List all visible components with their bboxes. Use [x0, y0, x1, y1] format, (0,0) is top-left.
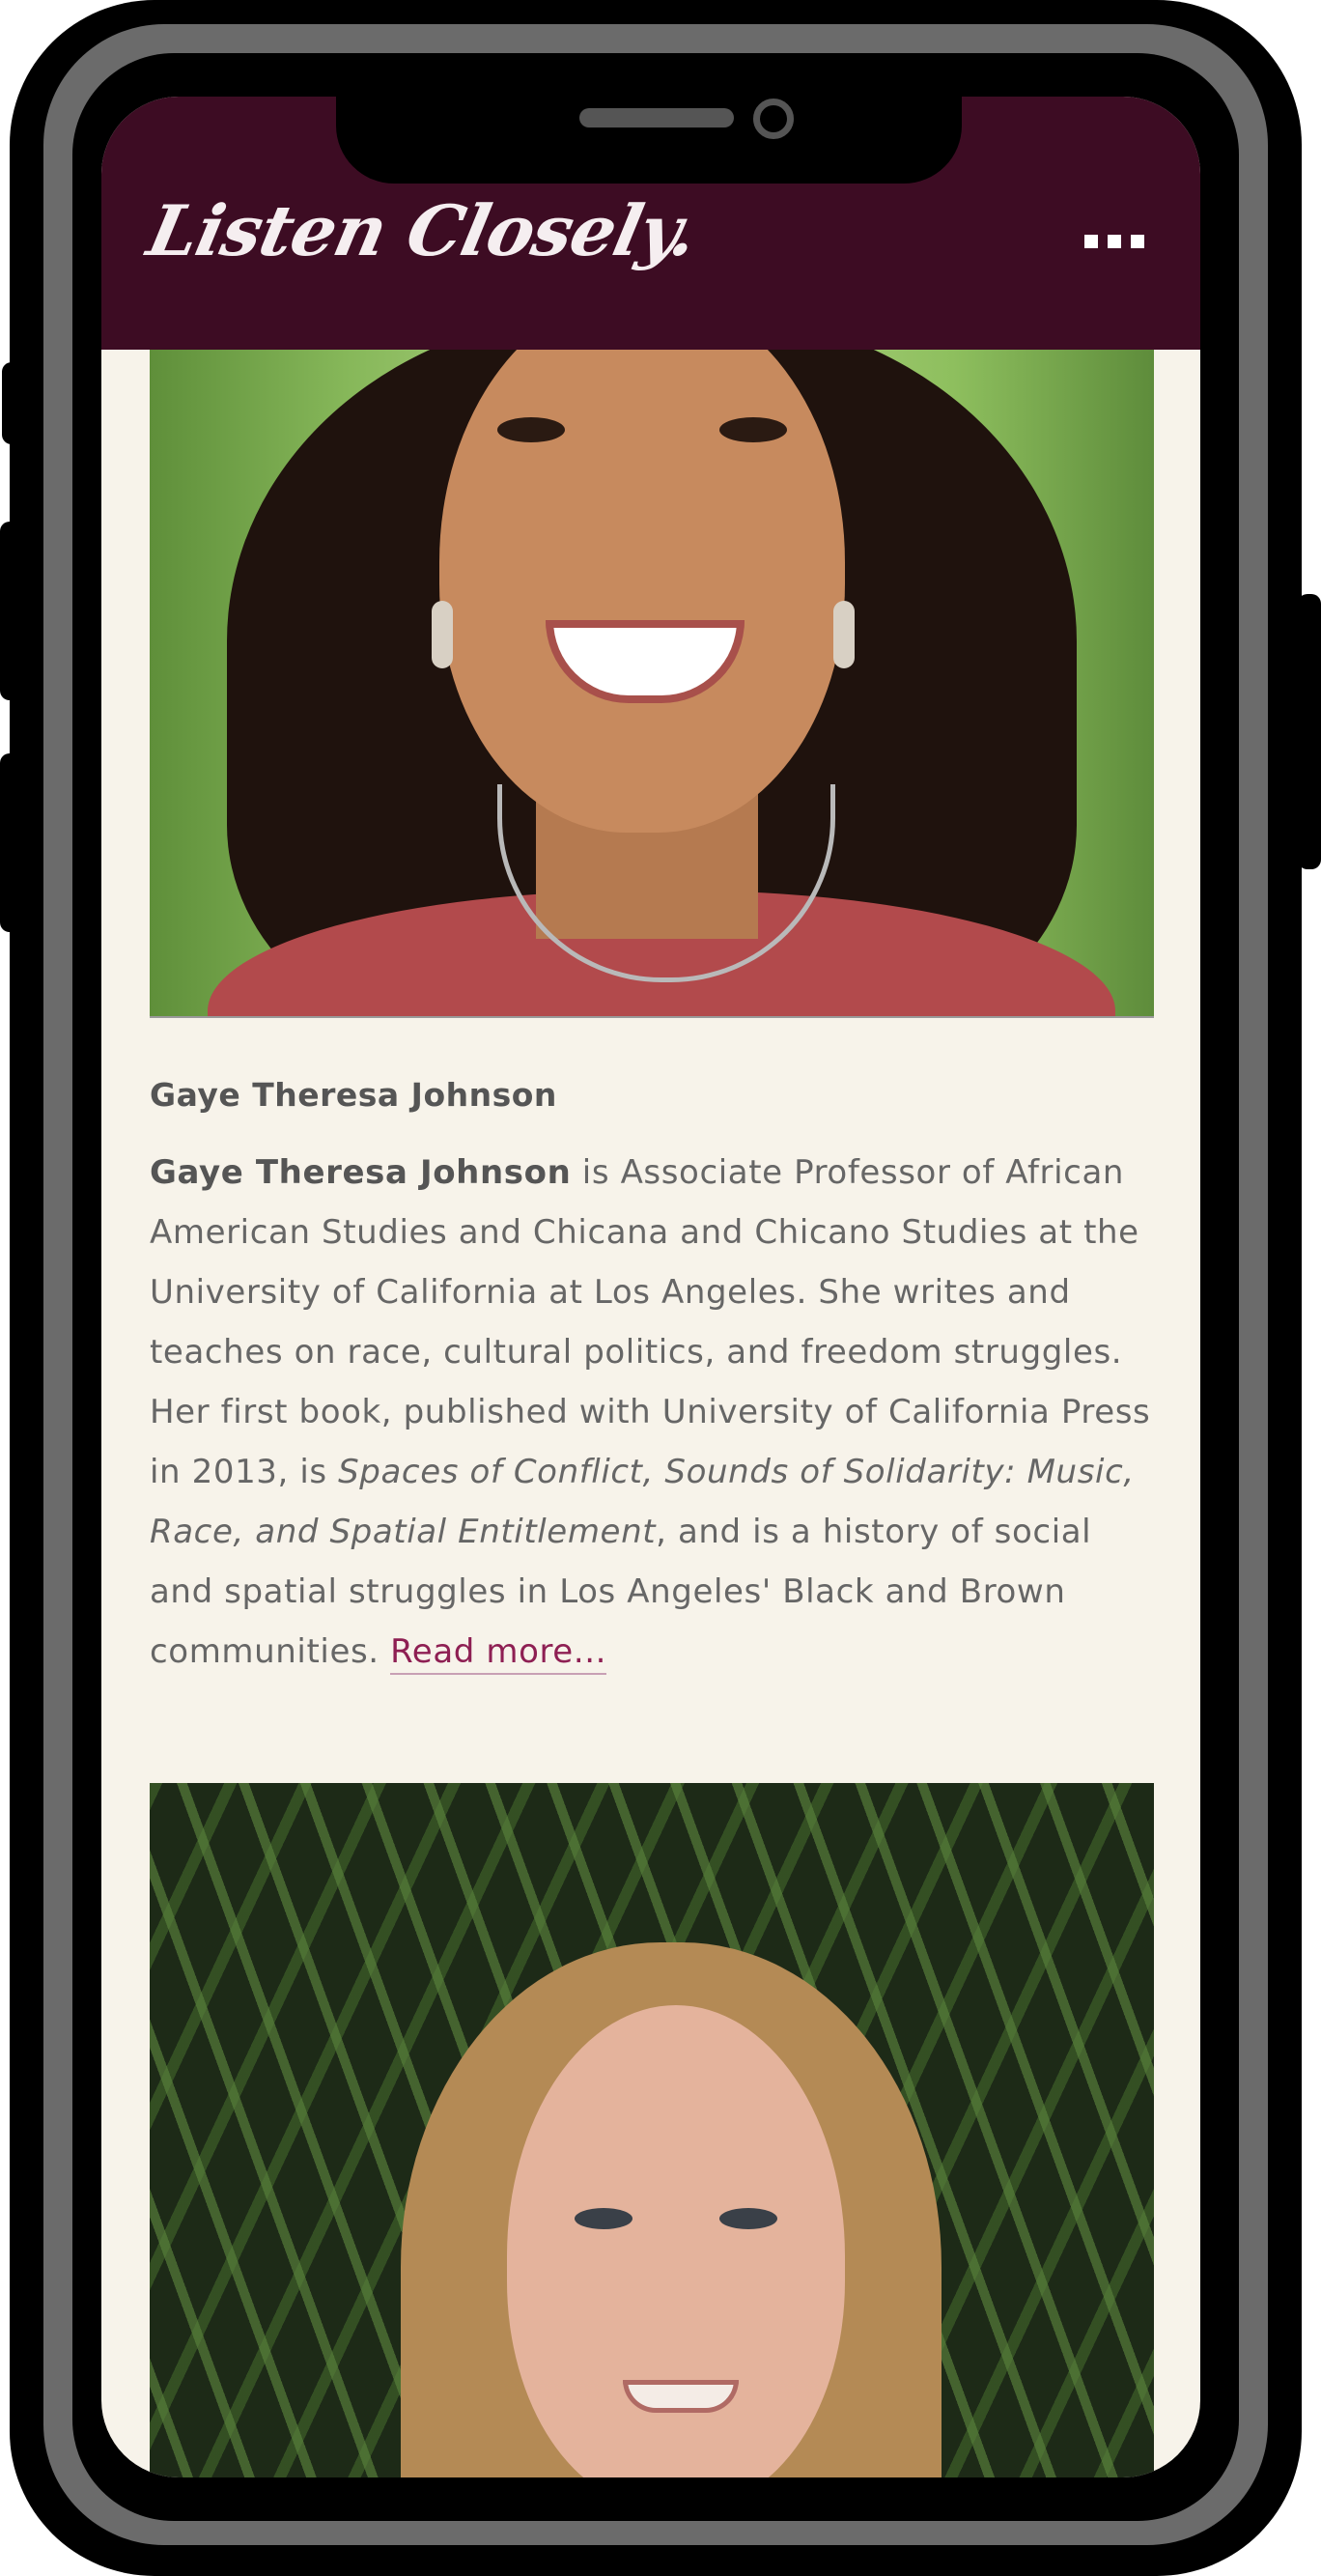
bio-text: is Associate Professor of African Americ… [150, 1153, 1151, 1491]
more-dots-icon[interactable] [1084, 235, 1144, 248]
profile-photo [150, 350, 1154, 1018]
site-logo[interactable]: Listen Closely. [141, 189, 704, 271]
profile-card: Gaye Theresa Johnson Gaye Theresa Johnso… [150, 350, 1154, 1682]
menu-dot [1084, 235, 1098, 248]
profile-bio: Gaye Theresa Johnson is Associate Profes… [150, 1143, 1154, 1682]
speaker-grille [579, 108, 734, 127]
menu-dot [1131, 235, 1144, 248]
phone-screen: Listen Closely. Gaye Theresa Johnson Gay… [101, 97, 1200, 2477]
menu-dot [1108, 235, 1121, 248]
bio-name: Gaye Theresa Johnson [150, 1153, 572, 1192]
read-more-link[interactable]: Read more... [390, 1632, 607, 1675]
front-camera [753, 99, 794, 139]
main-content: Gaye Theresa Johnson Gaye Theresa Johnso… [150, 350, 1154, 2477]
profile-photo [150, 1783, 1154, 2477]
profile-card [150, 1783, 1154, 2477]
profile-name: Gaye Theresa Johnson [150, 1076, 557, 1114]
